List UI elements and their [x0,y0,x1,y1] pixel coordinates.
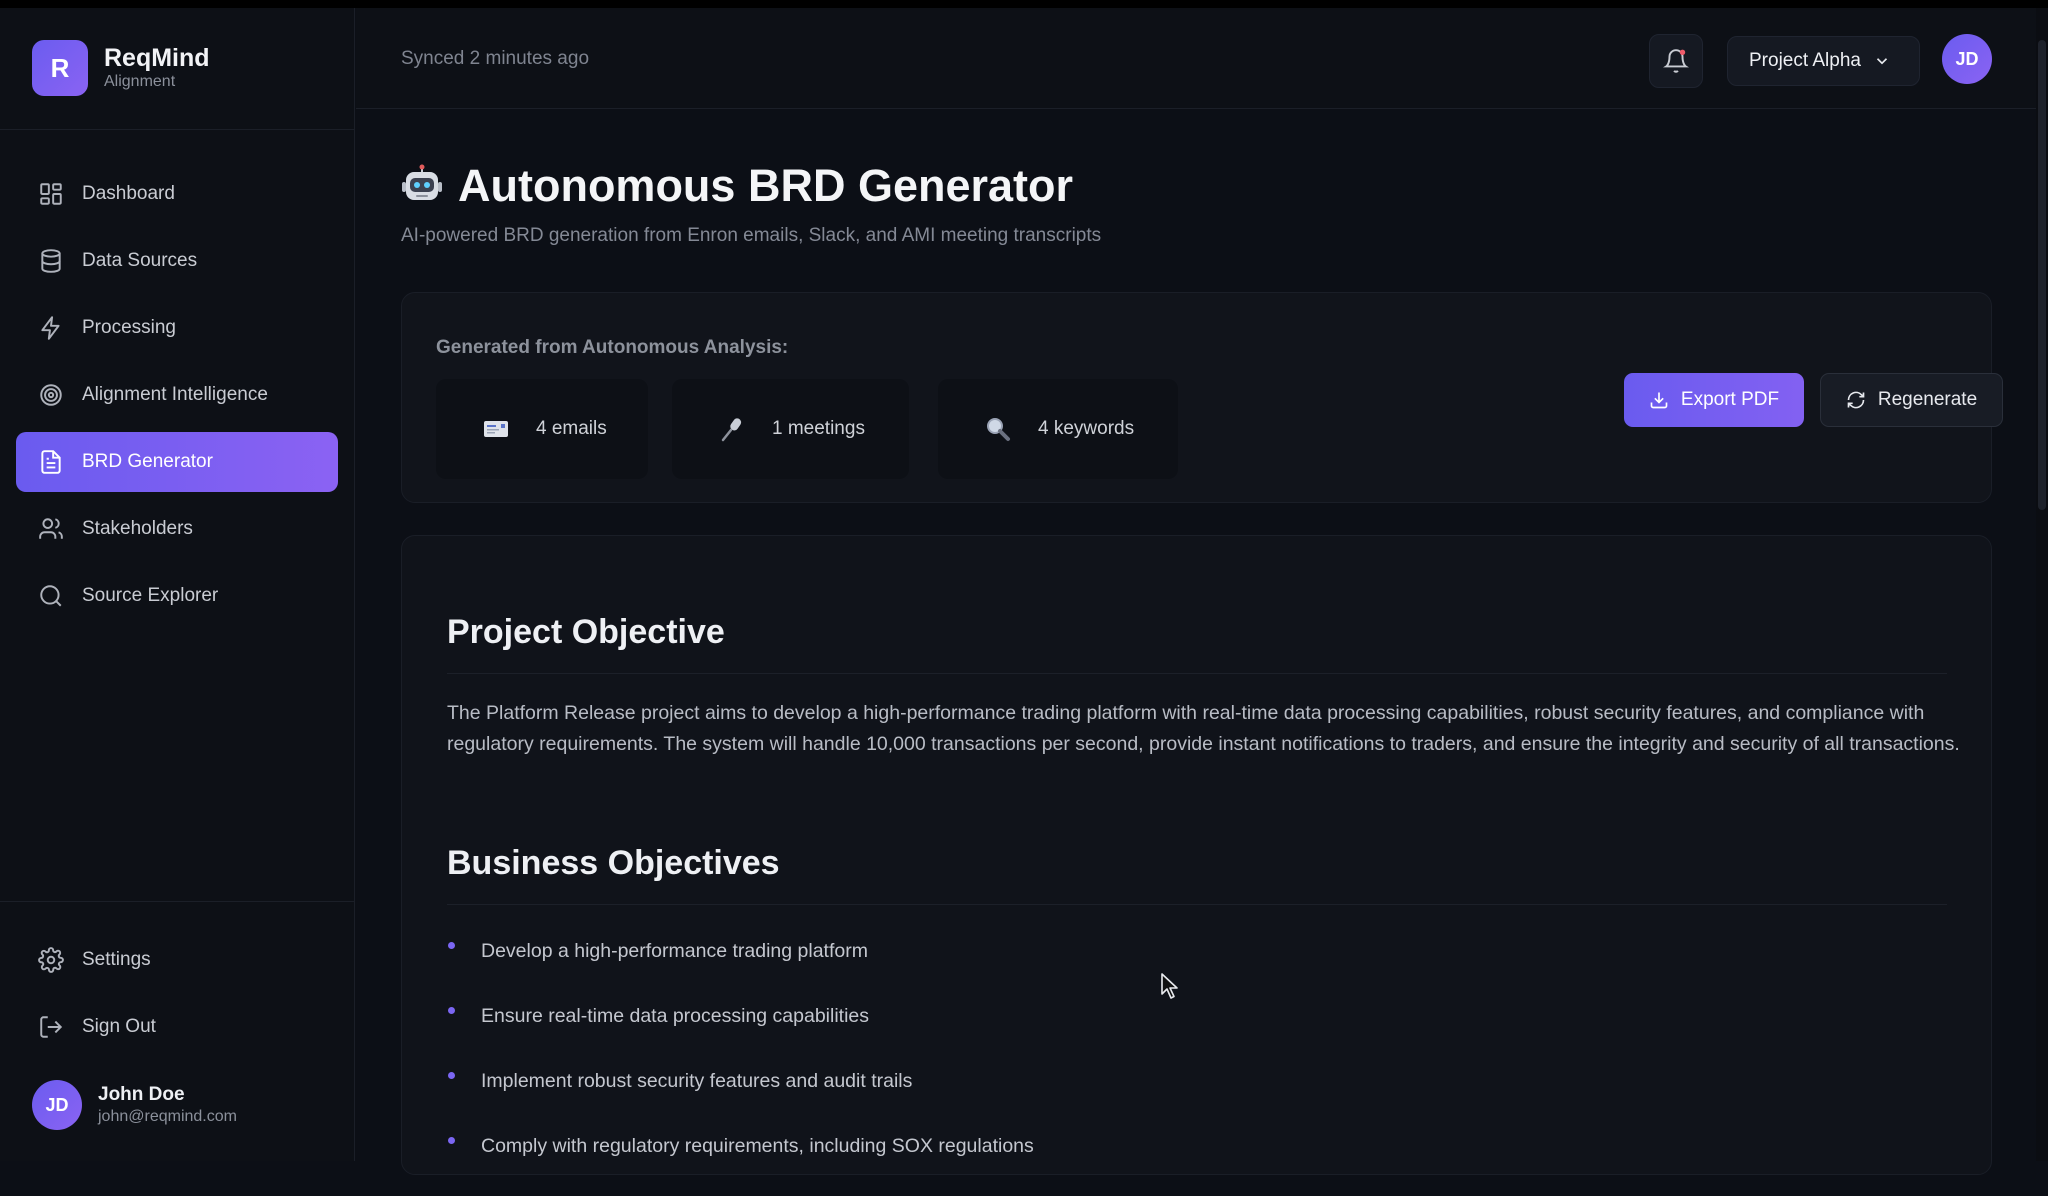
list-item: Implement robust security features and a… [447,1066,1947,1131]
regenerate-label: Regenerate [1877,389,1978,410]
export-pdf-button[interactable]: Export PDF [1624,373,1804,427]
project-selector[interactable]: Project Alpha [1727,36,1920,86]
target-icon [40,384,62,406]
database-icon [41,249,61,273]
sync-status: Synced 2 minutes ago [401,48,590,69]
section-divider [447,904,1947,905]
sidebar-item-label: Processing [82,317,176,338]
stat-keywords: 4 keywords [938,379,1178,479]
sidebar-item-label: Sign Out [82,1016,156,1037]
list-item: Comply with regulatory requirements, inc… [447,1131,1947,1196]
sidebar-item-sign-out[interactable]: Sign Out [16,997,338,1057]
sidebar-item-settings[interactable]: Settings [16,930,338,990]
brand-logo: R [32,40,88,96]
sidebar-item-label: Data Sources [82,250,198,271]
download-icon [1650,392,1668,409]
users-icon [39,518,63,539]
stat-meetings: 1 meetings [672,379,909,479]
brd-document: Project Objective The Platform Release p… [401,535,1992,1175]
top-strip [0,0,2048,8]
avatar: JD [32,1080,82,1130]
sidebar-item-source-explorer[interactable]: Source Explorer [16,566,338,626]
chevron-down-icon [1876,58,1888,65]
microphone-icon [718,415,746,443]
user-email: john@reqmind.com [98,1108,237,1125]
sidebar-item-label: Alignment Intelligence [82,384,268,405]
dashboard-icon [40,183,62,205]
sidebar-item-label: Source Explorer [82,585,219,606]
project-objective-heading: Project Objective [447,613,725,651]
lightning-icon [41,316,60,340]
sidebar-item-dashboard[interactable]: Dashboard [16,164,338,224]
sidebar-item-label: Settings [82,949,151,970]
page-subtitle: AI-powered BRD generation from Enron ema… [401,225,1102,246]
main-content: Autonomous BRD Generator AI-powered BRD … [356,110,2036,1175]
analysis-label: Generated from Autonomous Analysis: [436,337,789,358]
analysis-summary-card: Generated from Autonomous Analysis: 4 em… [401,292,2003,503]
sidebar-item-stakeholders[interactable]: Stakeholders [16,499,338,559]
user-profile[interactable]: JD John Doe john@reqmind.com [32,1080,237,1130]
export-pdf-label: Export PDF [1680,389,1780,410]
bullet-icon [448,1072,455,1079]
magnifier-icon [984,415,1012,443]
stat-emails: 4 emails [436,379,648,479]
project-selector-label: Project Alpha [1749,50,1861,71]
robot-icon [402,164,442,200]
section-divider [447,673,1947,674]
scrollbar-thumb[interactable] [2038,40,2046,510]
page-title-row: Autonomous BRD Generator [400,160,1073,212]
mouse-cursor-icon [1161,973,1178,999]
email-icon [482,415,510,443]
sidebar-item-data-sources[interactable]: Data Sources [16,231,338,291]
sidebar-item-label: BRD Generator [82,451,213,472]
sidebar-divider [0,129,355,130]
notifications-button[interactable] [1649,34,1703,88]
document-icon [41,450,61,474]
sign-out-icon [40,1016,63,1038]
sidebar-item-processing[interactable]: Processing [16,298,338,358]
sidebar-divider [0,901,355,902]
list-item: Ensure real-time data processing capabil… [447,1001,1947,1066]
brand[interactable]: R ReqMind Alignment [32,40,210,96]
search-icon [40,585,62,607]
gear-icon [38,947,64,973]
sidebar-item-alignment-intelligence[interactable]: Alignment Intelligence [16,365,338,425]
bell-icon [1663,49,1689,73]
bullet-icon [448,942,455,949]
bullet-icon [448,1137,455,1144]
refresh-icon [1847,391,1865,409]
regenerate-button[interactable]: Regenerate [1820,373,2003,427]
sidebar-bottom-nav: Settings Sign Out [16,930,338,1064]
page-title: Autonomous BRD Generator [458,160,1074,211]
user-name: John Doe [98,1084,185,1105]
brand-name: ReqMind [104,44,210,72]
sidebar-item-label: Dashboard [82,183,175,204]
sidebar-item-label: Stakeholders [82,518,193,539]
sidebar-nav: Dashboard Data Sources Processing Alignm… [16,164,338,633]
stat-meetings-text: 1 meetings [772,418,865,439]
stat-keywords-text: 4 keywords [1038,418,1135,439]
stat-emails-text: 4 emails [536,418,607,439]
project-objective-text: The Platform Release project aims to dev… [447,702,1960,755]
brand-subtitle: Alignment [104,73,176,90]
business-objectives-list: Develop a high-performance trading platf… [447,936,1947,1196]
list-item: Develop a high-performance trading platf… [447,936,1947,1001]
top-header: Synced 2 minutes ago Project Alpha JD [356,8,2048,109]
business-objectives-heading: Business Objectives [447,844,780,882]
sidebar-item-brd-generator[interactable]: BRD Generator [16,432,338,492]
sidebar: R ReqMind Alignment Dashboard Data Sourc… [0,8,355,1161]
header-avatar[interactable]: JD [1942,34,1992,84]
bullet-icon [448,1007,455,1014]
